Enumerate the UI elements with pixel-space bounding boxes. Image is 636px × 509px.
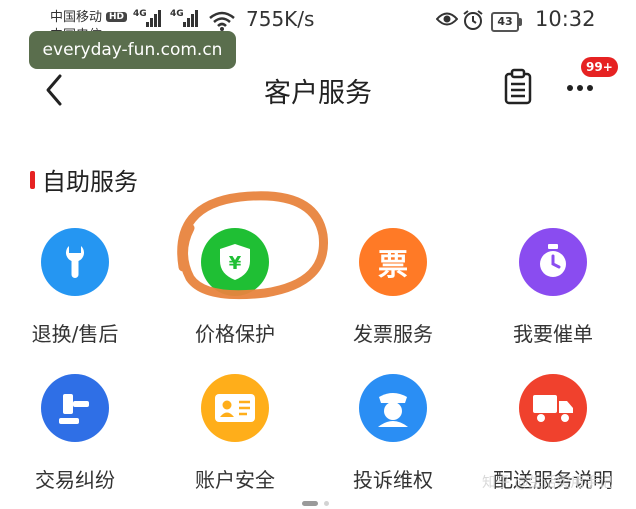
page-title: 客户服务 bbox=[264, 78, 372, 109]
alarm-icon bbox=[463, 10, 483, 30]
wrench-icon bbox=[41, 228, 109, 296]
service-transaction-dispute[interactable]: 交易纠纷 bbox=[0, 374, 150, 504]
gavel-icon bbox=[41, 374, 109, 442]
section-accent-bar bbox=[30, 171, 35, 189]
signal-strength-icon: 4G bbox=[133, 9, 163, 27]
network-speed: 755K/s bbox=[246, 7, 315, 31]
signal-type-label: 4G bbox=[133, 9, 147, 19]
carrier-primary: 中国移动 HD bbox=[50, 6, 128, 25]
page-dot-active bbox=[302, 501, 318, 506]
service-label: 退换/售后 bbox=[31, 322, 119, 346]
service-return-after-sales[interactable]: 退换/售后 bbox=[0, 228, 150, 358]
carrier-primary-name: 中国移动 bbox=[50, 10, 103, 25]
invoice-glyph: 票 bbox=[378, 248, 408, 283]
battery-icon: 43 bbox=[491, 12, 522, 32]
service-invoice[interactable]: 票 发票服务 bbox=[318, 228, 468, 358]
clock-time: 10:32 bbox=[535, 7, 596, 31]
more-options-icon[interactable] bbox=[562, 76, 602, 96]
service-account-security[interactable]: 账户安全 bbox=[160, 374, 310, 504]
orders-list-icon[interactable] bbox=[502, 68, 534, 106]
service-label: 投诉维权 bbox=[353, 468, 433, 492]
annotation-circle bbox=[177, 191, 329, 300]
service-complaint[interactable]: 投诉维权 bbox=[318, 374, 468, 504]
service-label: 发票服务 bbox=[353, 322, 433, 346]
service-label: 交易纠纷 bbox=[35, 468, 115, 492]
corner-watermark: 知乎 @生活实用手记 bbox=[482, 475, 613, 491]
stopwatch-icon bbox=[519, 228, 587, 296]
hd-badge: HD bbox=[106, 12, 128, 22]
id-card-icon bbox=[201, 374, 269, 442]
signal-type-label: 4G bbox=[170, 9, 184, 19]
service-label: 我要催单 bbox=[513, 322, 593, 346]
page-dot bbox=[324, 501, 329, 506]
nav-bar: 客户服务 99+ bbox=[0, 57, 636, 120]
eye-comfort-icon bbox=[436, 12, 458, 26]
section-title: 自助服务 bbox=[42, 168, 138, 196]
truck-icon bbox=[519, 374, 587, 442]
wifi-icon bbox=[209, 11, 235, 31]
service-label: 账户安全 bbox=[195, 468, 275, 492]
signal-strength-icon: 4G bbox=[170, 9, 200, 27]
back-arrow-icon[interactable] bbox=[40, 70, 70, 110]
message-count-badge: 99+ bbox=[581, 57, 618, 77]
ticket-char-icon: 票 bbox=[359, 228, 427, 296]
service-urge-order[interactable]: 我要催单 bbox=[478, 228, 628, 358]
police-icon bbox=[359, 374, 427, 442]
